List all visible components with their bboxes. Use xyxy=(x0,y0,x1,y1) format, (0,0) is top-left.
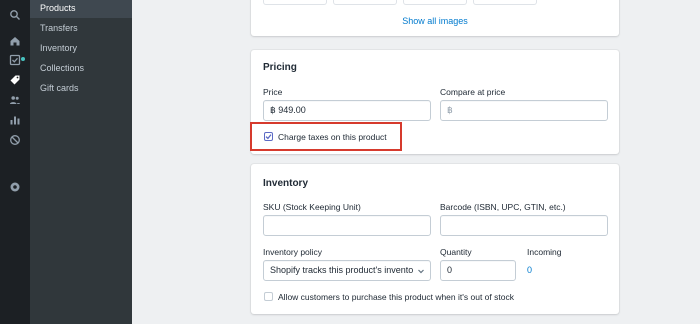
image-thumbnail[interactable] xyxy=(473,0,537,5)
chevron-down-icon xyxy=(418,269,424,274)
inventory-card: Inventory SKU (Stock Keeping Unit) Barco… xyxy=(251,164,619,314)
allow-oversell-label[interactable]: Allow customers to purchase this product… xyxy=(278,292,514,302)
images-card: Show all images xyxy=(251,0,619,36)
sku-input[interactable] xyxy=(263,215,431,236)
highlight-box xyxy=(250,122,402,151)
image-thumbnail[interactable] xyxy=(403,0,467,5)
sidebar-subnav: Products Transfers Inventory Collections… xyxy=(30,0,132,324)
sidebar-item-transfers[interactable]: Transfers xyxy=(30,18,132,38)
barcode-input[interactable] xyxy=(440,215,608,236)
notification-dot xyxy=(21,57,25,61)
image-thumbnail[interactable] xyxy=(263,0,327,5)
main-content: Show all images Pricing Price ฿ 949.00 C… xyxy=(132,0,700,324)
allow-oversell-checkbox[interactable] xyxy=(264,292,273,301)
inventory-title: Inventory xyxy=(263,178,309,189)
price-label: Price xyxy=(263,87,283,97)
products-icon[interactable] xyxy=(8,73,22,87)
inventory-policy-value: Shopify tracks this product's invento xyxy=(270,265,414,275)
compare-at-price-input[interactable]: ฿ xyxy=(440,100,608,121)
orders-icon[interactable] xyxy=(8,53,22,67)
sidebar-item-products[interactable]: Products xyxy=(30,0,132,18)
icon-rail xyxy=(0,0,30,324)
compare-at-price-label: Compare at price xyxy=(440,87,506,97)
sidebar-item-gift-cards[interactable]: Gift cards xyxy=(30,78,132,98)
analytics-icon[interactable] xyxy=(8,113,22,127)
sku-label: SKU (Stock Keeping Unit) xyxy=(263,202,361,212)
compare-at-price-placeholder: ฿ xyxy=(447,105,453,115)
search-icon[interactable] xyxy=(8,8,22,22)
incoming-value-link[interactable]: 0 xyxy=(527,265,532,275)
image-thumbnail[interactable] xyxy=(333,0,397,5)
show-all-images-link[interactable]: Show all images xyxy=(251,16,619,26)
price-value: ฿ 949.00 xyxy=(270,105,306,115)
sidebar-item-inventory[interactable]: Inventory xyxy=(30,38,132,58)
pricing-title: Pricing xyxy=(263,62,297,73)
inventory-policy-select[interactable]: Shopify tracks this product's invento xyxy=(263,260,431,281)
quantity-input[interactable]: 0 xyxy=(440,260,516,281)
quantity-label: Quantity xyxy=(440,247,472,257)
incoming-label: Incoming xyxy=(527,247,562,257)
home-icon[interactable] xyxy=(8,34,22,48)
price-input[interactable]: ฿ 949.00 xyxy=(263,100,431,121)
barcode-label: Barcode (ISBN, UPC, GTIN, etc.) xyxy=(440,202,566,212)
apps-icon[interactable] xyxy=(8,180,22,194)
quantity-value: 0 xyxy=(447,265,453,275)
inventory-policy-label: Inventory policy xyxy=(263,247,323,257)
customers-icon[interactable] xyxy=(8,93,22,107)
sidebar-item-collections[interactable]: Collections xyxy=(30,58,132,78)
discounts-icon[interactable] xyxy=(8,133,22,147)
